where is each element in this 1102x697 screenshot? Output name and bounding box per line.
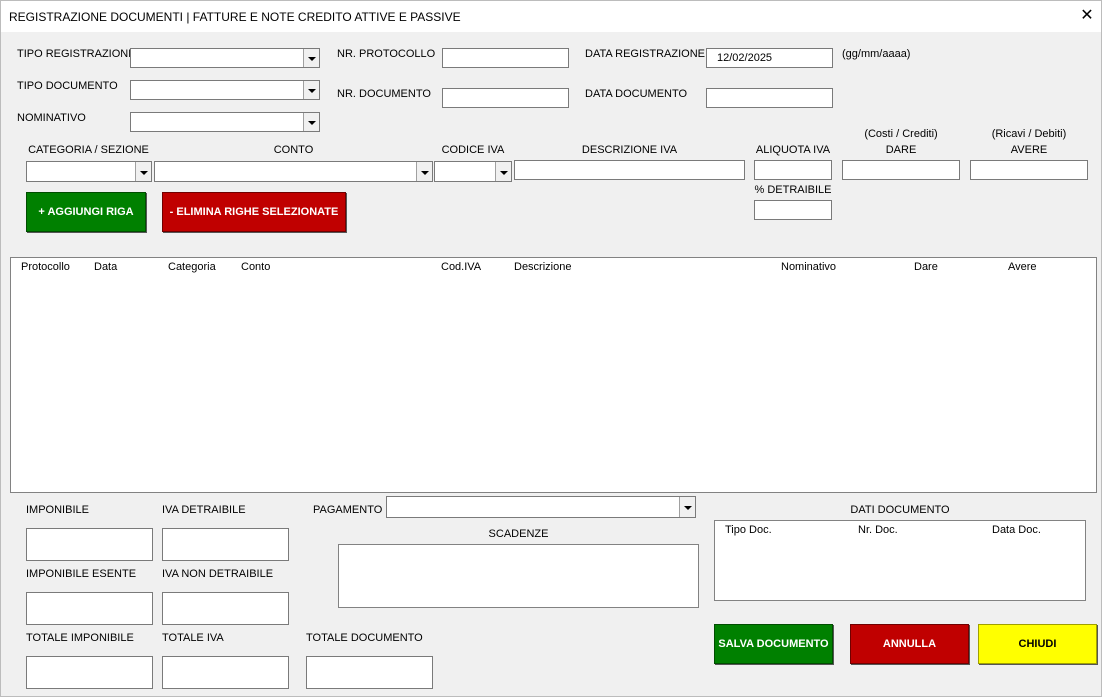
rows-listbox[interactable]: Protocollo Data Categoria Conto Cod.IVA … <box>10 257 1097 493</box>
tipo-documento-label: TIPO DOCUMENTO <box>17 80 118 92</box>
aliquota-iva-field[interactable] <box>754 160 832 180</box>
chevron-down-icon[interactable] <box>303 81 319 99</box>
totale-iva-label: TOTALE IVA <box>162 632 224 644</box>
delete-rows-button[interactable]: - ELIMINA RIGHE SELEZIONATE <box>162 192 346 232</box>
window-title: REGISTRAZIONE DOCUMENTI | FATTURE E NOTE… <box>9 10 461 24</box>
add-row-button[interactable]: + AGGIUNGI RIGA <box>26 192 146 232</box>
close-button[interactable]: CHIUDI <box>978 624 1097 664</box>
totale-imponibile-label: TOTALE IMPONIBILE <box>26 632 134 644</box>
column-header-avere: Avere <box>1008 261 1037 273</box>
nominativo-select[interactable] <box>130 112 320 132</box>
descrizione-iva-label: DESCRIZIONE IVA <box>581 144 678 156</box>
column-header-dare: Dare <box>914 261 938 273</box>
cancel-button[interactable]: ANNULLA <box>850 624 969 664</box>
column-header-nr-doc: Nr. Doc. <box>858 524 898 536</box>
column-header-cod-iva: Cod.IVA <box>441 261 482 273</box>
imponibile-esente-field[interactable] <box>26 592 153 625</box>
data-registrazione-field[interactable] <box>706 48 833 68</box>
chevron-down-icon[interactable] <box>495 162 511 181</box>
column-header-descrizione: Descrizione <box>514 261 572 273</box>
imponibile-field[interactable] <box>26 528 153 561</box>
codice-iva-select[interactable] <box>434 161 512 182</box>
nr-documento-label: NR. DOCUMENTO <box>337 88 431 100</box>
imponibile-esente-label: IMPONIBILE ESENTE <box>26 568 137 580</box>
tipo-registrazione-select[interactable] <box>130 48 320 68</box>
totale-documento-field[interactable] <box>306 656 433 689</box>
iva-detraibile-label: IVA DETRAIBILE <box>162 504 246 516</box>
data-documento-field[interactable] <box>706 88 833 108</box>
conto-label: CONTO <box>273 144 314 156</box>
tipo-documento-select[interactable] <box>130 80 320 100</box>
pagamento-select[interactable] <box>386 496 696 518</box>
scadenze-box[interactable] <box>338 544 699 608</box>
descrizione-iva-field[interactable] <box>514 160 745 180</box>
chevron-down-icon[interactable] <box>416 162 432 181</box>
column-header-tipo-doc: Tipo Doc. <box>725 524 772 536</box>
iva-non-detraibile-field[interactable] <box>162 592 289 625</box>
totale-documento-label: TOTALE DOCUMENTO <box>306 632 423 644</box>
detraibile-label: % DETRAIBILE <box>754 184 832 196</box>
save-document-button[interactable]: SALVA DOCUMENTO <box>714 624 833 664</box>
close-icon[interactable]: ✕ <box>1077 5 1097 27</box>
data-documento-label: DATA DOCUMENTO <box>585 88 688 100</box>
date-format-hint: (gg/mm/aaaa) <box>842 48 911 60</box>
nr-protocollo-field[interactable] <box>442 48 569 68</box>
chevron-down-icon[interactable] <box>679 497 695 517</box>
column-header-data: Data <box>94 261 118 273</box>
aliquota-iva-label: ALIQUOTA IVA <box>755 144 831 156</box>
column-header-protocollo: Protocollo <box>21 261 70 273</box>
dare-field[interactable] <box>842 160 960 180</box>
pagamento-label: PAGAMENTO <box>313 504 383 516</box>
scadenze-label: SCADENZE <box>488 528 549 540</box>
chevron-down-icon[interactable] <box>303 49 319 67</box>
title-bar: REGISTRAZIONE DOCUMENTI | FATTURE E NOTE… <box>1 1 1101 32</box>
detraibile-field[interactable] <box>754 200 832 220</box>
categoria-select[interactable] <box>26 161 152 182</box>
column-header-categoria: Categoria <box>168 261 216 273</box>
totale-imponibile-field[interactable] <box>26 656 153 689</box>
iva-non-detraibile-label: IVA NON DETRAIBILE <box>162 568 274 580</box>
nr-documento-field[interactable] <box>442 88 569 108</box>
column-header-conto: Conto <box>241 261 271 273</box>
nr-protocollo-label: NR. PROTOCOLLO <box>337 48 436 60</box>
dati-documento-list[interactable]: Tipo Doc. Nr. Doc. Data Doc. <box>714 520 1086 601</box>
avere-field[interactable] <box>970 160 1088 180</box>
tipo-registrazione-label: TIPO REGISTRAZIONE <box>17 48 136 60</box>
column-header-nominativo: Nominativo <box>781 261 837 273</box>
conto-select[interactable] <box>154 161 433 182</box>
iva-detraibile-field[interactable] <box>162 528 289 561</box>
nominativo-label: NOMINATIVO <box>17 112 86 124</box>
column-header-data-doc: Data Doc. <box>992 524 1041 536</box>
totale-iva-field[interactable] <box>162 656 289 689</box>
dare-label: DARE <box>885 144 917 156</box>
imponibile-label: IMPONIBILE <box>26 504 89 516</box>
chevron-down-icon[interactable] <box>135 162 151 181</box>
data-registrazione-label: DATA REGISTRAZIONE <box>585 48 705 60</box>
dare-hint: (Costi / Crediti) <box>864 128 938 140</box>
chevron-down-icon[interactable] <box>303 113 319 131</box>
avere-label: AVERE <box>1010 144 1048 156</box>
dati-documento-title: DATI DOCUMENTO <box>850 504 950 516</box>
categoria-label: CATEGORIA / SEZIONE <box>28 144 149 156</box>
registration-window: REGISTRAZIONE DOCUMENTI | FATTURE E NOTE… <box>0 0 1102 697</box>
codice-iva-label: CODICE IVA <box>441 144 505 156</box>
avere-hint: (Ricavi / Debiti) <box>991 128 1067 140</box>
